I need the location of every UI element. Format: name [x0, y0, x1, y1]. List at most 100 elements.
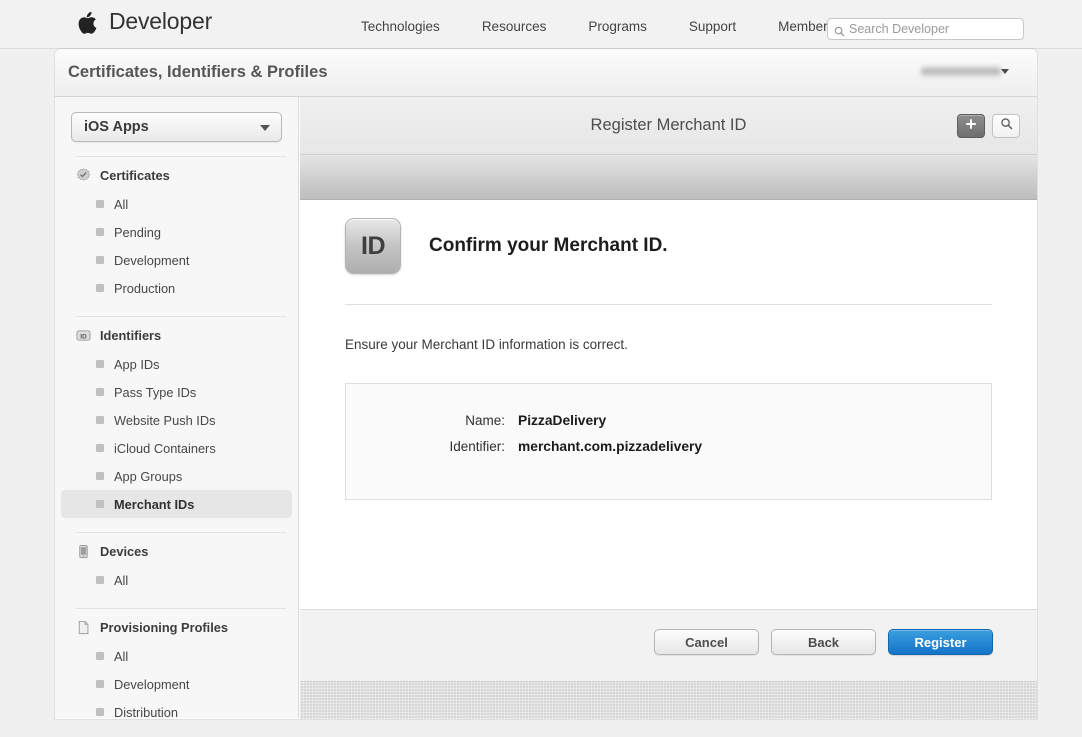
bullet-icon [96, 576, 104, 584]
sidebar-group-label: Identifiers [100, 328, 162, 343]
id-badge-icon: ID [345, 218, 401, 274]
bullet-icon [96, 388, 104, 396]
sidebar-item-label: App Groups [114, 468, 183, 484]
sidebar-group-header-devices[interactable]: Devices [55, 533, 298, 566]
sidebar-item-label: Development [114, 676, 190, 692]
content-title: Register Merchant ID [590, 116, 747, 134]
nav-link-technologies[interactable]: Technologies [340, 19, 461, 34]
sidebar-group-header-provisioning-profiles[interactable]: Provisioning Profiles [55, 609, 298, 642]
sidebar-item-certificates-pending[interactable]: Pending [61, 218, 292, 246]
search-icon [834, 24, 845, 36]
info-label: Identifier: [449, 439, 505, 454]
sidebar-item-label: Production [114, 280, 176, 296]
sidebar-item-icloud-containers[interactable]: iCloud Containers [61, 434, 292, 462]
sidebar-item-profiles-all[interactable]: All [61, 642, 292, 670]
confirm-panel: ID Confirm your Merchant ID. Ensure your… [300, 200, 1037, 609]
bullet-icon [96, 256, 104, 264]
sidebar-item-label: Pending [114, 224, 161, 240]
sidebar-item-label: Website Push IDs [114, 412, 216, 428]
bullet-icon [96, 200, 104, 208]
sidebar-item-label: Merchant IDs [114, 496, 195, 512]
sidebar-item-certificates-development[interactable]: Development [61, 246, 292, 274]
plus-icon [964, 117, 978, 136]
certificate-seal-icon [76, 168, 91, 183]
sidebar-item-certificates-all[interactable]: All [61, 190, 292, 218]
sidebar-item-app-ids[interactable]: App IDs [61, 350, 292, 378]
content-area: Register Merchant ID ID Confirm your Mer… [300, 97, 1037, 719]
info-value: merchant.com.pizzadelivery [518, 439, 703, 454]
bullet-icon [96, 416, 104, 424]
bullet-icon [96, 360, 104, 368]
search-button[interactable] [992, 114, 1020, 138]
bullet-icon [96, 500, 104, 508]
platform-select-value: iOS Apps [84, 119, 149, 135]
card-title-bar: Certificates, Identifiers & Profiles [55, 49, 1037, 97]
apple-logo-icon [76, 10, 97, 35]
info-label: Name: [465, 413, 505, 428]
global-nav-links: Technologies Resources Programs Support … [340, 19, 893, 34]
account-name-redacted [921, 65, 1001, 78]
panel-description: Ensure your Merchant ID information is c… [345, 337, 628, 352]
nav-link-support[interactable]: Support [668, 19, 757, 34]
nav-link-resources[interactable]: Resources [461, 19, 568, 34]
bullet-icon [96, 472, 104, 480]
sidebar-item-label: All [114, 648, 129, 664]
page-title: Certificates, Identifiers & Profiles [68, 63, 328, 81]
sidebar-item-label: App IDs [114, 356, 160, 372]
sidebar-group-label: Provisioning Profiles [100, 620, 228, 635]
sidebar-item-app-groups[interactable]: App Groups [61, 462, 292, 490]
sidebar-group-certificates: Certificates All Pending Development Pro… [55, 156, 298, 302]
developer-wordmark: Developer [109, 8, 213, 34]
sidebar-group-header-certificates[interactable]: Certificates [55, 157, 298, 190]
info-row-identifier: Identifier: merchant.com.pizzadelivery [346, 439, 991, 454]
bullet-icon [96, 228, 104, 236]
panel-divider [345, 304, 992, 305]
panel-footer: Cancel Back Register [300, 609, 1037, 681]
sidebar-group-label: Devices [100, 544, 149, 559]
sidebar-item-website-push-ids[interactable]: Website Push IDs [61, 406, 292, 434]
sidebar-item-profiles-development[interactable]: Development [61, 670, 292, 698]
sidebar: iOS Apps Certificates All Pending Develo… [55, 97, 299, 719]
device-phone-icon [76, 544, 91, 559]
search-icon [1000, 117, 1013, 135]
sidebar-item-devices-all[interactable]: All [61, 566, 292, 594]
add-button[interactable] [957, 114, 985, 138]
global-search-box[interactable] [827, 18, 1024, 40]
info-value: PizzaDelivery [518, 413, 607, 428]
sidebar-item-merchant-ids[interactable]: Merchant IDs [61, 490, 292, 518]
bullet-icon [96, 284, 104, 292]
developer-brand[interactable]: Developer [76, 8, 212, 35]
content-toolbar-band [300, 155, 1037, 200]
register-button[interactable]: Register [888, 629, 993, 655]
bullet-icon [96, 652, 104, 660]
id-badge-icon: ID [76, 328, 91, 343]
sidebar-item-pass-type-ids[interactable]: Pass Type IDs [61, 378, 292, 406]
sidebar-group-provisioning-profiles: Provisioning Profiles All Development Di… [55, 608, 298, 719]
sidebar-item-label: Pass Type IDs [114, 384, 197, 400]
sidebar-group-identifiers: ID Identifiers App IDs Pass Type IDs Web… [55, 316, 298, 518]
nav-link-programs[interactable]: Programs [567, 19, 668, 34]
svg-text:ID: ID [80, 333, 87, 340]
chevron-down-icon[interactable] [1001, 69, 1009, 74]
bullet-icon [96, 680, 104, 688]
merchant-info-box: Name: PizzaDelivery Identifier: merchant… [345, 383, 992, 500]
platform-select[interactable]: iOS Apps [71, 112, 282, 142]
bullet-icon [96, 444, 104, 452]
panel-header: ID Confirm your Merchant ID. [345, 200, 992, 274]
back-button[interactable]: Back [771, 629, 876, 655]
cancel-button[interactable]: Cancel [654, 629, 759, 655]
content-header: Register Merchant ID [300, 97, 1037, 155]
search-input[interactable] [849, 22, 1017, 36]
panel-heading: Confirm your Merchant ID. [429, 235, 668, 256]
global-navigation-bar: Developer Technologies Resources Program… [0, 0, 1082, 49]
document-icon [76, 620, 91, 635]
footer-texture-band [300, 681, 1037, 719]
sidebar-item-label: All [114, 196, 129, 212]
sidebar-item-label: All [114, 572, 129, 588]
sidebar-group-header-identifiers[interactable]: ID Identifiers [55, 317, 298, 350]
main-card: Certificates, Identifiers & Profiles iOS… [55, 49, 1037, 719]
chevron-down-icon [260, 125, 270, 131]
sidebar-item-profiles-distribution[interactable]: Distribution [61, 698, 292, 719]
sidebar-item-certificates-production[interactable]: Production [61, 274, 292, 302]
sidebar-item-label: Development [114, 252, 190, 268]
